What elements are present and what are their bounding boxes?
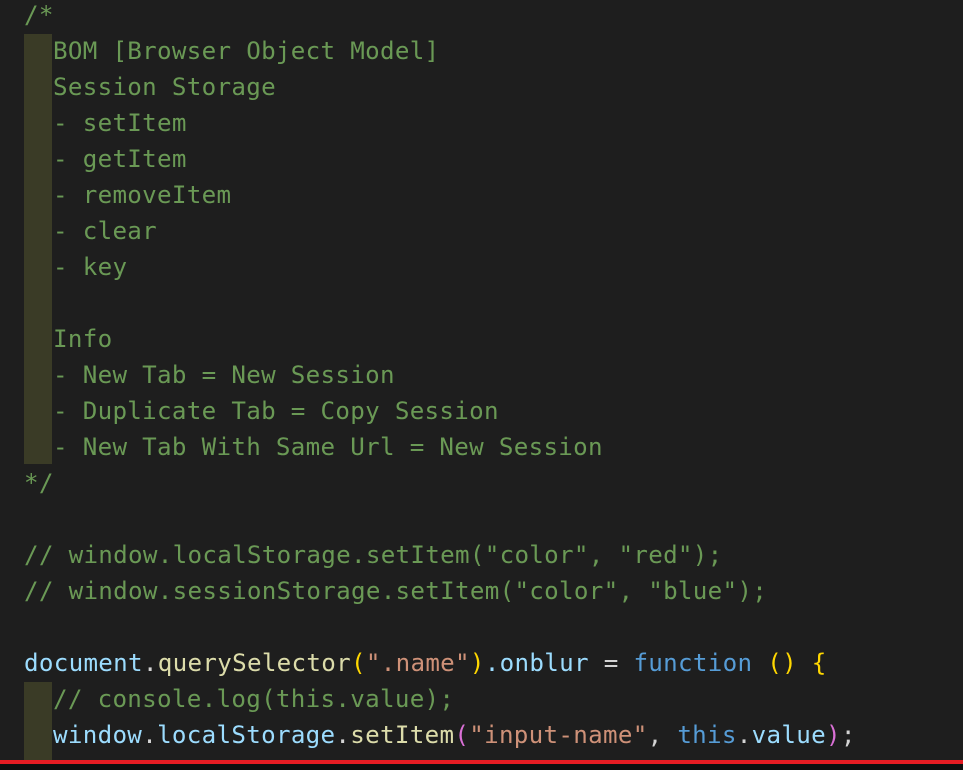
bottom-strip bbox=[0, 764, 963, 770]
token-assign: = bbox=[588, 649, 634, 677]
code-line-13[interactable]: - New Tab With Same Url = New Session bbox=[53, 430, 603, 464]
token-string-input-name: "input-name" bbox=[469, 721, 648, 749]
code-line-2[interactable]: BOM [Browser Object Model] bbox=[53, 34, 439, 68]
token-window: window bbox=[53, 721, 143, 749]
token-dot: . bbox=[142, 721, 158, 749]
token-this: this bbox=[677, 721, 737, 749]
token-semicolon: ; bbox=[840, 721, 856, 749]
code-line-16[interactable]: // window.localStorage.setItem("color", … bbox=[24, 538, 723, 572]
token-dot: . bbox=[142, 649, 158, 677]
token-string-name: ".name" bbox=[365, 649, 470, 677]
code-line-14[interactable]: */ bbox=[24, 466, 54, 500]
code-line-12[interactable]: - Duplicate Tab = Copy Session bbox=[53, 394, 499, 428]
token-open-brace: { bbox=[796, 649, 827, 677]
code-line-7[interactable]: - clear bbox=[53, 214, 157, 248]
code-line-10[interactable]: Info bbox=[53, 322, 112, 356]
token-value: value bbox=[751, 721, 826, 749]
token-queryselector: querySelector bbox=[157, 649, 351, 677]
code-line-11[interactable]: - New Tab = New Session bbox=[53, 358, 395, 392]
code-line-21[interactable]: window.localStorage.setItem("input-name"… bbox=[53, 718, 856, 752]
code-line-17[interactable]: // window.sessionStorage.setItem("color"… bbox=[24, 574, 767, 608]
token-document: document bbox=[24, 649, 143, 677]
token-dot: . bbox=[736, 721, 752, 749]
code-line-5[interactable]: - getItem bbox=[53, 142, 187, 176]
token-function: function bbox=[633, 649, 753, 677]
code-line-3[interactable]: Session Storage bbox=[53, 70, 276, 104]
code-line-8[interactable]: - key bbox=[53, 250, 127, 284]
token-comma: , bbox=[647, 721, 678, 749]
token-dot: . bbox=[335, 721, 351, 749]
code-line-19[interactable]: document.querySelector(".name").onblur =… bbox=[24, 646, 827, 680]
code-line-4[interactable]: - setItem bbox=[53, 106, 187, 140]
token-open-paren: ( bbox=[351, 649, 366, 677]
indent-guide bbox=[24, 34, 52, 464]
token-params: () bbox=[752, 649, 797, 677]
code-line-20[interactable]: // console.log(this.value); bbox=[53, 682, 454, 716]
token-onblur: .onblur bbox=[484, 649, 589, 677]
token-setitem: setItem bbox=[350, 721, 455, 749]
token-localstorage: localStorage bbox=[157, 721, 336, 749]
token-close-paren: ) bbox=[825, 721, 841, 749]
token-open-paren: ( bbox=[454, 721, 470, 749]
code-editor[interactable]: /* BOM [Browser Object Model] Session St… bbox=[0, 0, 963, 770]
indent-guide bbox=[24, 682, 52, 760]
token-close-paren: ) bbox=[469, 649, 485, 677]
code-line-1[interactable]: /* bbox=[24, 0, 54, 32]
code-line-6[interactable]: - removeItem bbox=[53, 178, 231, 212]
